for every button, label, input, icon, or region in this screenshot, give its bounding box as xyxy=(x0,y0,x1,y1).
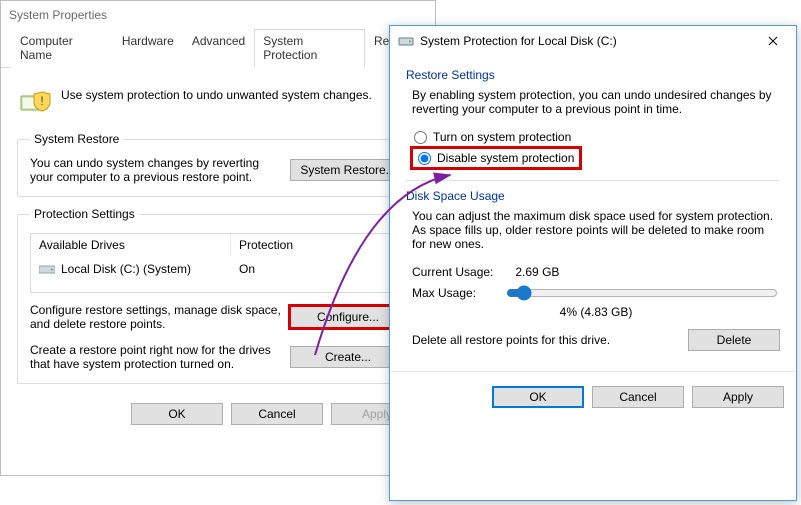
system-properties-title: System Properties xyxy=(9,8,107,22)
tab-computer-name[interactable]: Computer Name xyxy=(11,29,113,68)
tab-advanced[interactable]: Advanced xyxy=(183,29,254,68)
radio-disable[interactable]: Disable system protection xyxy=(412,148,580,168)
system-restore-desc: You can undo system changes by reverting… xyxy=(30,156,282,184)
intro-text: Use system protection to undo unwanted s… xyxy=(61,82,372,102)
system-properties-window: System Properties Computer Name Hardware… xyxy=(0,0,436,476)
current-usage-value: 2.69 GB xyxy=(515,265,559,279)
drives-table: Available Drives Protection Local Disk (… xyxy=(30,233,406,293)
create-desc: Create a restore point right now for the… xyxy=(30,343,282,371)
drives-table-header: Available Drives Protection xyxy=(31,234,405,256)
disk-usage-desc: You can adjust the maximum disk space us… xyxy=(412,209,780,251)
delete-button[interactable]: Delete xyxy=(688,329,780,351)
disk-usage-heading: Disk Space Usage xyxy=(406,189,780,203)
system-properties-footer: OK Cancel Apply xyxy=(1,392,435,435)
radio-turn-on-label: Turn on system protection xyxy=(433,130,571,144)
restore-settings-heading: Restore Settings xyxy=(406,68,780,82)
svg-text:!: ! xyxy=(40,94,43,108)
radio-disable-input[interactable] xyxy=(418,152,431,165)
system-restore-legend: System Restore xyxy=(30,132,123,146)
drive-title-icon xyxy=(398,33,414,49)
close-icon xyxy=(768,36,778,46)
protection-settings-group: Protection Settings Available Drives Pro… xyxy=(17,207,419,384)
system-properties-titlebar: System Properties xyxy=(1,1,435,28)
system-protection-icon: ! xyxy=(19,82,51,114)
system-protection-dialog-title: System Protection for Local Disk (C:) xyxy=(420,34,617,48)
configure-desc: Configure restore settings, manage disk … xyxy=(30,303,282,331)
table-row[interactable]: Local Disk (C:) (System) On xyxy=(31,256,405,292)
drive-protection: On xyxy=(231,256,405,292)
radio-turn-on[interactable]: Turn on system protection xyxy=(412,126,780,148)
max-usage-readout: 4% (4.83 GB) xyxy=(412,303,780,329)
current-usage-label: Current Usage: xyxy=(412,265,493,279)
cancel-button[interactable]: Cancel xyxy=(231,403,323,425)
dialog-cancel-button[interactable]: Cancel xyxy=(592,386,684,408)
protection-settings-legend: Protection Settings xyxy=(30,207,139,221)
restore-settings-desc: By enabling system protection, you can u… xyxy=(412,88,780,116)
system-properties-tabs: Computer Name Hardware Advanced System P… xyxy=(1,28,435,68)
drive-name: Local Disk (C:) (System) xyxy=(61,262,191,276)
dialog-apply-button[interactable]: Apply xyxy=(692,386,784,408)
max-usage-slider[interactable] xyxy=(506,285,778,301)
tab-hardware[interactable]: Hardware xyxy=(113,29,183,68)
col-header-protection[interactable]: Protection xyxy=(231,234,405,256)
system-restore-group: System Restore You can undo system chang… xyxy=(17,132,419,197)
divider xyxy=(406,180,780,181)
system-protection-dialog-footer: OK Cancel Apply xyxy=(390,371,796,422)
max-usage-label: Max Usage: xyxy=(412,286,496,300)
delete-desc: Delete all restore points for this drive… xyxy=(412,333,678,347)
ok-button[interactable]: OK xyxy=(131,403,223,425)
col-header-drive[interactable]: Available Drives xyxy=(31,234,231,256)
system-protection-dialog: System Protection for Local Disk (C:) Re… xyxy=(389,25,797,501)
close-button[interactable] xyxy=(752,27,794,55)
dialog-ok-button[interactable]: OK xyxy=(492,386,584,408)
radio-disable-label: Disable system protection xyxy=(437,151,574,165)
system-protection-dialog-titlebar: System Protection for Local Disk (C:) xyxy=(390,26,796,56)
tab-system-protection[interactable]: System Protection xyxy=(254,29,365,68)
radio-turn-on-input[interactable] xyxy=(414,131,427,144)
drive-icon xyxy=(39,263,55,275)
